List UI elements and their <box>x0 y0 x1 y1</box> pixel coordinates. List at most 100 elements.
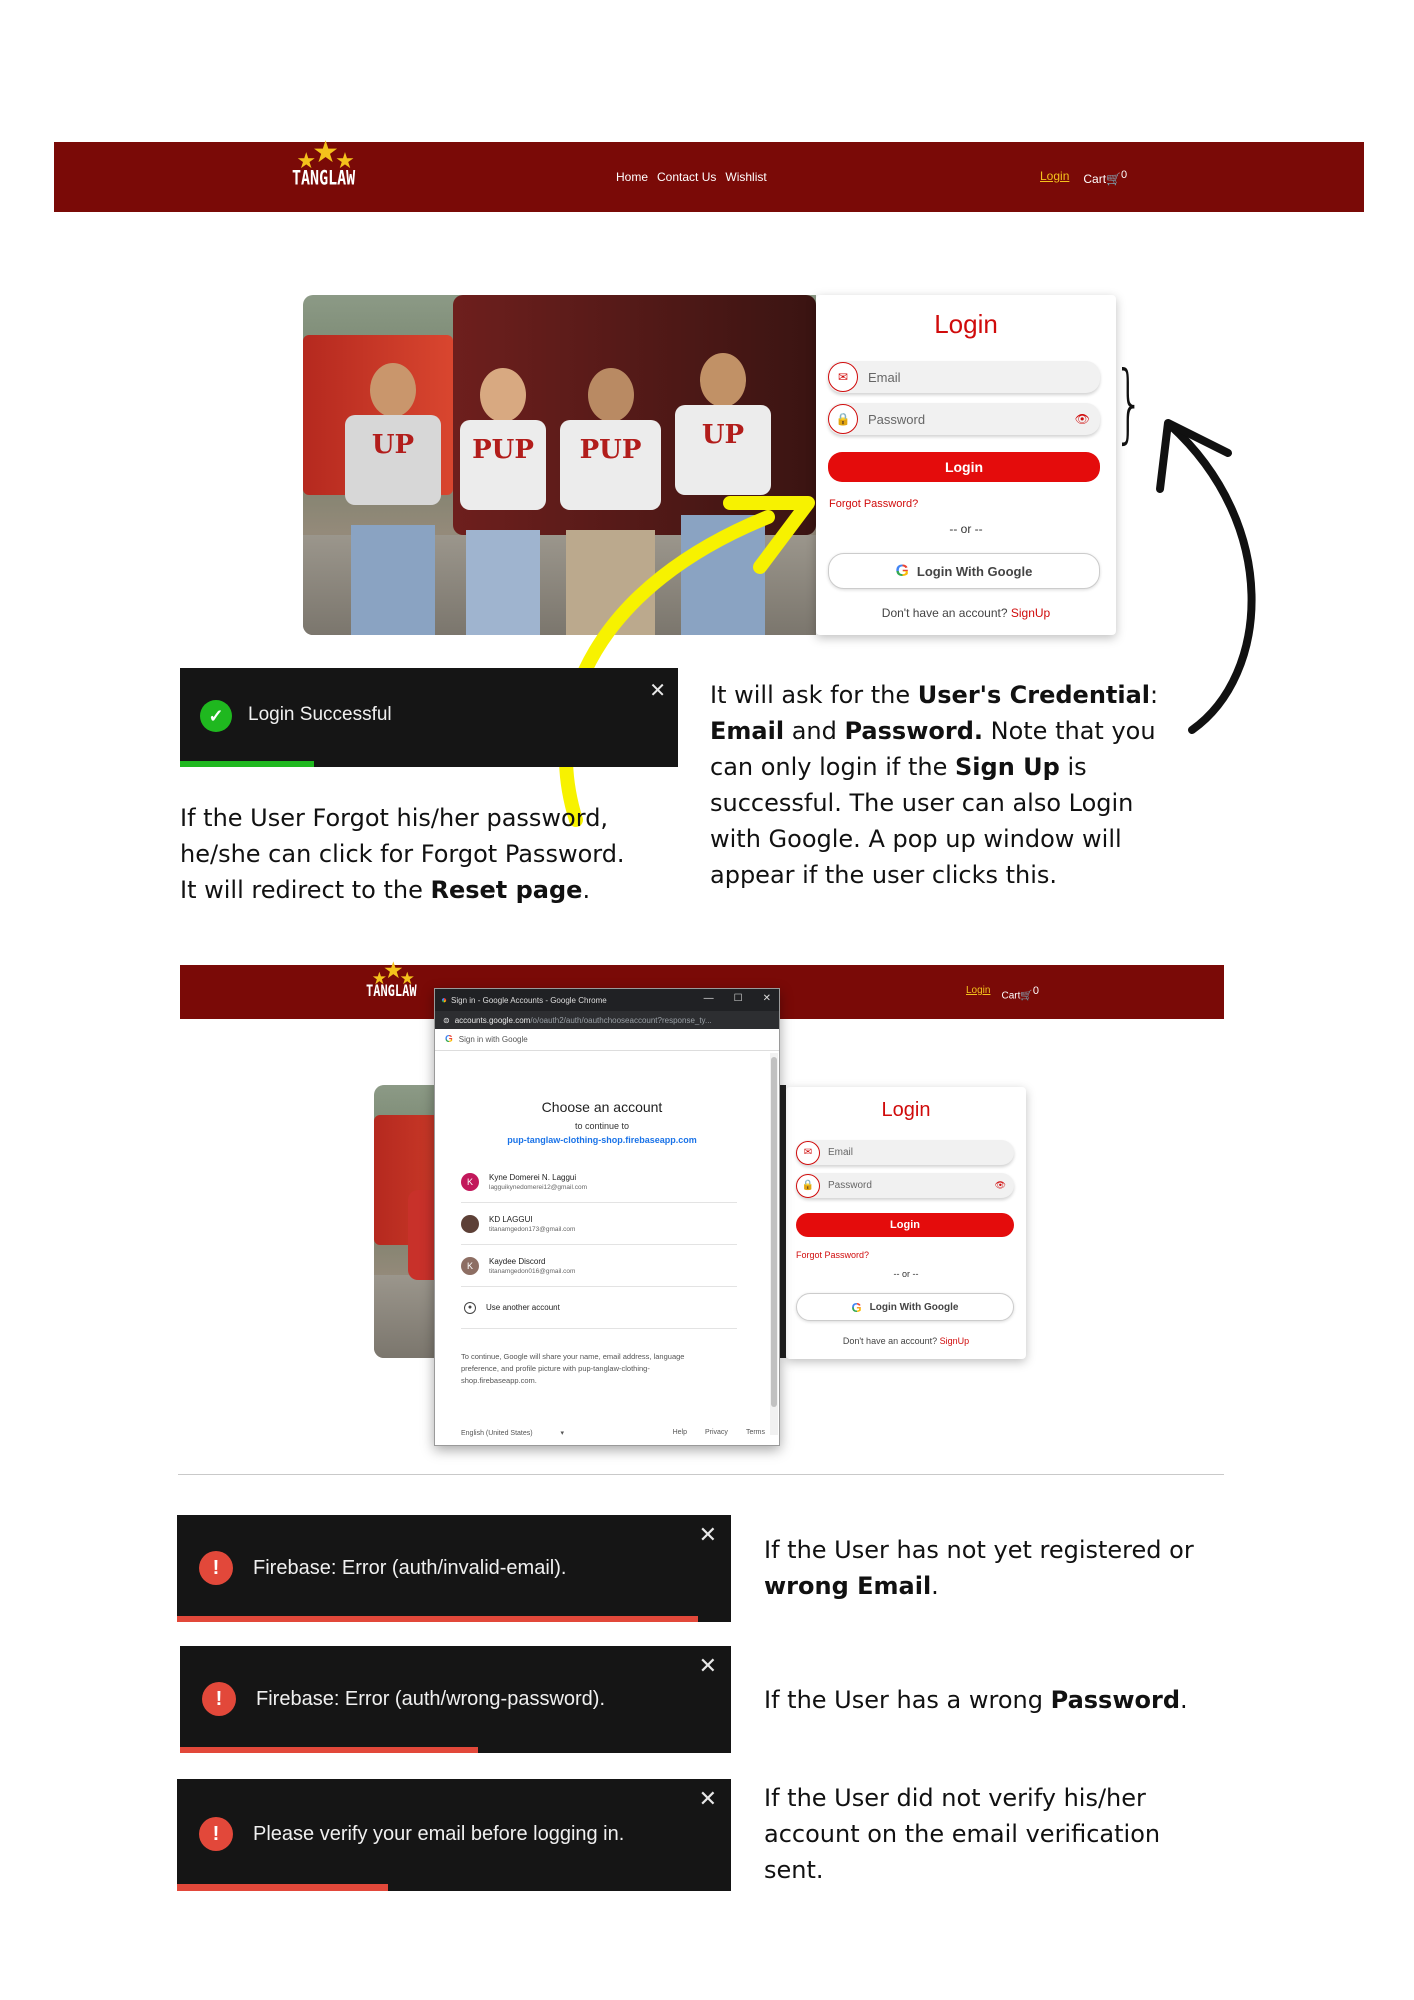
close-icon[interactable]: ✕ <box>699 1654 717 1679</box>
desc-text: . <box>582 876 591 904</box>
minimize-icon[interactable]: — <box>704 993 714 1004</box>
google-icon: G <box>895 561 909 580</box>
account-row[interactable]: K Kaydee Discord titanamgedon016@gmail.co… <box>461 1245 737 1287</box>
login-card: Login ✉ Email 🔒 Password 👁 Login Forgot … <box>816 295 1116 635</box>
terms-link[interactable]: Terms <box>746 1429 765 1437</box>
mail-icon: ✉ <box>828 362 858 392</box>
close-icon[interactable]: ✕ <box>699 1523 717 1548</box>
app-domain-link[interactable]: pup-tanglaw-clothing-shop.firebaseapp.co… <box>435 1135 769 1145</box>
signup-link[interactable]: SignUp <box>1011 606 1050 620</box>
password-field[interactable]: 🔒 Password 👁 <box>828 403 1100 435</box>
popup-url-bar[interactable]: ⊜ accounts.google.com/o/oauth2/auth/oaut… <box>435 1011 779 1029</box>
login-with-google-button[interactable]: G Login With Google <box>828 553 1100 589</box>
password-field[interactable]: 🔒 Password 👁 <box>796 1173 1014 1198</box>
verify-email-description: If the User did not verify his/her accou… <box>764 1780 1204 1888</box>
eye-slash-icon[interactable]: 👁 <box>1075 412 1090 426</box>
account-row[interactable]: K Kyne Domerei N. Laggui lagguikynedomere… <box>461 1161 737 1203</box>
cart-label: Cart <box>1001 990 1021 1002</box>
password-placeholder: Password <box>868 411 926 427</box>
user-circle-icon: ● <box>464 1301 476 1314</box>
signin-with-google-label: Sign in with Google <box>458 1035 528 1044</box>
photo-person: UP <box>333 363 453 635</box>
wrong-password-description: If the User has a wrong Password. <box>764 1682 1214 1718</box>
forgot-password-link[interactable]: Forgot Password? <box>796 1250 869 1260</box>
login-title: Login <box>881 1099 931 1121</box>
email-field[interactable]: ✉ Email <box>796 1140 1014 1165</box>
eye-slash-icon[interactable]: 👁 <box>995 1180 1006 1191</box>
cart-count: 0 <box>1032 985 1039 997</box>
login-button[interactable]: Login <box>828 452 1100 482</box>
nav-login-link[interactable]: Login <box>1040 169 1069 183</box>
toast-message: Firebase: Error (auth/wrong-password). <box>256 1688 606 1710</box>
error-toast-wrong-password: ! Firebase: Error (auth/wrong-password).… <box>180 1646 731 1753</box>
desc-text: . <box>931 1572 939 1600</box>
nav-contact-link[interactable]: Contact Us <box>657 170 716 184</box>
popup-window-title: Sign in - Google Accounts - Google Chrom… <box>451 995 607 1005</box>
signup-link[interactable]: SignUp <box>940 1336 970 1346</box>
chevron-down-icon: ▾ <box>560 1430 565 1437</box>
close-icon[interactable]: ✕ <box>699 1787 717 1812</box>
forgot-password-link[interactable]: Forgot Password? <box>829 498 918 510</box>
privacy-link[interactable]: Privacy <box>705 1429 728 1437</box>
password-placeholder: Password <box>828 1180 872 1191</box>
desc-bold: Password <box>1050 1686 1181 1714</box>
desc-bold: Reset page <box>430 876 583 904</box>
credentials-description: It will ask for the User's Credential: E… <box>710 677 1180 893</box>
check-circle-icon: ✓ <box>200 700 232 732</box>
nav-home-link[interactable]: Home <box>616 170 648 184</box>
login-title: Login <box>934 309 998 339</box>
language-select[interactable]: English (United States) ▾ <box>461 1429 655 1437</box>
no-account-text: Don't have an account? <box>842 1336 938 1346</box>
no-account-text: Don't have an account? <box>881 606 1008 620</box>
login-success-toast: ✓ Login Successful ✕ <box>180 668 678 767</box>
email-field[interactable]: ✉ Email <box>828 361 1100 393</box>
login-with-google-button[interactable]: G Login With Google <box>796 1293 1014 1321</box>
url-domain: accounts.google.com <box>454 1015 531 1025</box>
logo-text: TANGLAW <box>292 166 356 190</box>
signup-prompt: Don't have an account? SignUp <box>786 1336 1026 1346</box>
desc-bold: Password. <box>844 717 983 745</box>
nav-wishlist-link[interactable]: Wishlist <box>725 170 766 184</box>
account-email: lagguikynedomerei12@gmail.com <box>489 1183 588 1191</box>
desc-text: If the User did not verify his/her accou… <box>764 1784 1161 1884</box>
toast-progress-bar <box>180 761 315 767</box>
account-row[interactable]: KD LAGGUI titanamgedon173@gmail.com <box>461 1203 737 1245</box>
error-circle-icon: ! <box>202 1682 236 1716</box>
toast-message: Login Successful <box>248 704 392 725</box>
error-circle-icon: ! <box>199 1551 233 1585</box>
nav-cart-link[interactable]: Cart🛒0 <box>1083 169 1127 186</box>
use-another-account-label: Use another account <box>486 1303 560 1312</box>
close-icon[interactable]: ✕ <box>649 678 666 702</box>
url-path: /o/oauth2/auth/oauthchooseaccount?respon… <box>530 1015 712 1025</box>
desc-text: and <box>784 717 845 745</box>
error-circle-icon: ! <box>199 1817 233 1851</box>
google-button-label: Login With Google <box>916 563 1033 579</box>
avatar: K <box>461 1172 479 1191</box>
google-button-label: Login With Google <box>869 1301 959 1313</box>
popup-footer: English (United States) ▾ Help Privacy T… <box>461 1429 765 1437</box>
use-another-account-row[interactable]: ● Use another account <box>461 1287 737 1329</box>
tanglaw-logo[interactable]: ★★★ TANGLAW <box>366 960 417 1001</box>
desc-bold: wrong Email <box>764 1572 932 1600</box>
account-name: Kaydee Discord <box>489 1256 546 1266</box>
popup-scrollbar[interactable] <box>770 1053 778 1435</box>
desc-text: It will ask for the <box>710 681 918 709</box>
nav-cart-link[interactable]: Cart🛒0 <box>1001 985 1038 1001</box>
close-icon[interactable]: ✕ <box>763 993 771 1004</box>
nav-login-link[interactable]: Login <box>966 985 990 996</box>
desc-text: : <box>1150 681 1159 709</box>
maximize-icon[interactable]: ☐ <box>734 993 743 1004</box>
popup-titlebar: ● Sign in - Google Accounts - Google Chr… <box>435 989 779 1011</box>
lock-icon: 🔒 <box>796 1173 820 1198</box>
top-navbar: ★★★ TANGLAW Home Contact Us Wishlist Log… <box>54 138 1364 212</box>
tanglaw-logo[interactable]: ★★★ TANGLAW <box>292 138 356 190</box>
help-link[interactable]: Help <box>673 1429 687 1437</box>
avatar: K <box>461 1256 479 1275</box>
account-name: KD LAGGUI <box>489 1214 533 1224</box>
login-button[interactable]: Login <box>796 1213 1014 1237</box>
desc-text: . <box>1180 1686 1188 1714</box>
mail-icon: ✉ <box>796 1140 820 1165</box>
desc-text: If the User has a wrong <box>764 1686 1051 1714</box>
google-icon: G <box>445 1034 453 1045</box>
account-email: titanamgedon016@gmail.com <box>489 1267 576 1275</box>
